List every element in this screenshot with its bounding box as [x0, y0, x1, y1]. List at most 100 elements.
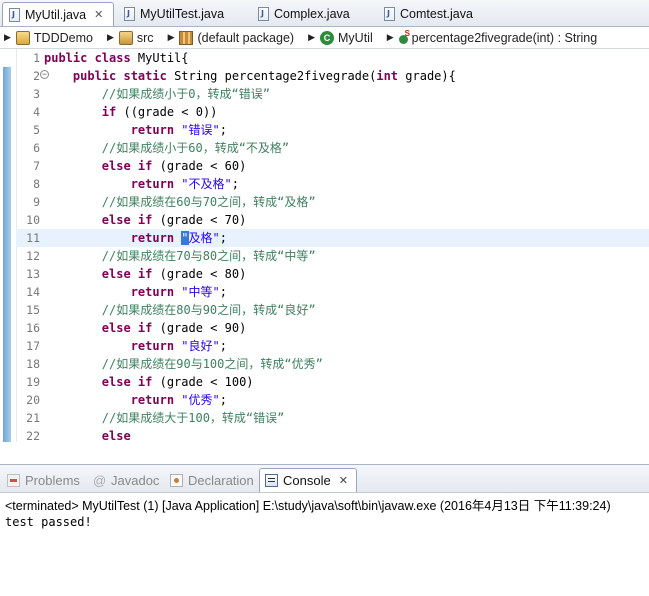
- tab-problems[interactable]: Problems: [2, 468, 80, 492]
- line-number: 20: [26, 393, 40, 407]
- code-keyword: return: [130, 285, 182, 299]
- chevron-right-icon: ▶: [106, 32, 114, 42]
- code-text: if ((grade < 0)): [44, 103, 218, 121]
- breadcrumb-item-src[interactable]: ▶ src: [103, 30, 154, 45]
- breadcrumb: ▶ TDDDemo ▶ src ▶ (default package) ▶ C …: [0, 27, 649, 49]
- tab-declaration[interactable]: Declaration: [165, 468, 254, 492]
- code-line[interactable]: 17 return "良好";: [16, 337, 649, 355]
- code-keyword: else if: [101, 159, 160, 173]
- breadcrumb-item-method[interactable]: ▶ S percentage2fivegrade(int) : String: [383, 29, 598, 45]
- code-text: else if (grade < 100): [44, 373, 254, 391]
- code-token: MyUtil{: [137, 51, 189, 65]
- line-number: 9: [33, 195, 40, 209]
- console-output[interactable]: test passed!: [5, 515, 92, 529]
- code-line[interactable]: 5 return "错误";: [16, 121, 649, 139]
- code-text: return "及格";: [44, 229, 227, 247]
- breadcrumb-item-project[interactable]: ▶ TDDDemo: [0, 30, 93, 45]
- code-line[interactable]: 9 //如果成绩在60与70之间，转成“及格”: [16, 193, 649, 211]
- code-comment: //如果成绩在60与70之间，转成“及格”: [101, 195, 316, 209]
- code-line[interactable]: 7 else if (grade < 60): [16, 157, 649, 175]
- javadoc-icon: @: [93, 472, 107, 488]
- breadcrumb-item-class[interactable]: ▶ C MyUtil: [304, 30, 373, 45]
- tab-myutiltest-java[interactable]: J MyUtilTest.java: [118, 2, 248, 26]
- code-text: return "优秀";: [44, 391, 227, 409]
- code-line-current[interactable]: 11 return "及格";: [16, 229, 649, 247]
- code-text: else if (grade < 90): [44, 319, 247, 337]
- code-text: //如果成绩在60与70之间，转成“及格”: [44, 193, 316, 211]
- code-line[interactable]: 8 return "不及格";: [16, 175, 649, 193]
- line-number: 19: [26, 375, 40, 389]
- source-folder-icon: [118, 30, 133, 45]
- line-number: 10: [26, 213, 40, 227]
- tab-label: Console: [283, 473, 331, 488]
- code-text: //如果成绩小于60，转成“不及格”: [44, 139, 289, 157]
- code-text: //如果成绩在90与100之间，转成“优秀”: [44, 355, 323, 373]
- code-token: (grade < 100): [159, 375, 254, 389]
- code-line[interactable]: 18 //如果成绩在90与100之间，转成“优秀”: [16, 355, 649, 373]
- tab-label: MyUtil.java: [25, 7, 87, 22]
- chevron-right-icon: ▶: [308, 32, 315, 42]
- breadcrumb-item-package[interactable]: ▶ (default package): [164, 30, 294, 45]
- line-number: 16: [26, 321, 40, 335]
- code-text: //如果成绩小于0，转成“错误”: [44, 85, 270, 103]
- line-number: 21: [26, 411, 40, 425]
- code-text: else if (grade < 70): [44, 211, 247, 229]
- tab-label: Comtest.java: [400, 7, 473, 21]
- code-line[interactable]: 14 return "中等";: [16, 283, 649, 301]
- code-token: (grade < 90): [159, 321, 247, 335]
- declaration-icon: [170, 473, 183, 487]
- tab-label: Declaration: [188, 472, 254, 488]
- code-keyword: else if: [101, 375, 160, 389]
- tab-myutil-java[interactable]: J MyUtil.java ✕: [2, 2, 114, 26]
- code-token: (grade < 70): [159, 213, 247, 227]
- code-line[interactable]: 19 else if (grade < 100): [16, 373, 649, 391]
- line-number: 3: [33, 87, 40, 101]
- code-line[interactable]: 4 if ((grade < 0)): [16, 103, 649, 121]
- line-number: 22: [26, 429, 40, 442]
- code-text: return "错误";: [44, 121, 227, 139]
- code-keyword: public static: [72, 69, 175, 83]
- code-line[interactable]: 6 //如果成绩小于60，转成“不及格”: [16, 139, 649, 157]
- code-keyword: return: [130, 123, 182, 137]
- code-line[interactable]: 20 return "优秀";: [16, 391, 649, 409]
- code-line[interactable]: 12 //如果成绩在70与80之间，转成“中等”: [16, 247, 649, 265]
- code-line[interactable]: 16 else if (grade < 90): [16, 319, 649, 337]
- occurrence-marker: [3, 67, 11, 442]
- code-editor[interactable]: 1 public class MyUtil{2− public static St…: [0, 49, 649, 442]
- editor-bottom-spacer: [0, 442, 649, 464]
- code-line[interactable]: 3 //如果成绩小于0，转成“错误”: [16, 85, 649, 103]
- code-token: grade){: [405, 69, 456, 83]
- code-line[interactable]: 15 //如果成绩在80与90之间，转成“良好”: [16, 301, 649, 319]
- code-token: (grade < 80): [159, 267, 247, 281]
- close-icon[interactable]: ✕: [339, 474, 348, 487]
- code-line[interactable]: 10 else if (grade < 70): [16, 211, 649, 229]
- line-number: 4: [33, 105, 40, 119]
- tab-label: MyUtilTest.java: [140, 7, 225, 21]
- java-file-icon: J: [9, 7, 20, 22]
- code-text: //如果成绩大于100，转成“错误”: [44, 409, 285, 427]
- views-panel: Problems @ Javadoc Declaration Console ✕…: [0, 464, 649, 596]
- breadcrumb-label: percentage2fivegrade(int) : String: [411, 30, 598, 45]
- problems-icon: [7, 473, 20, 487]
- close-icon[interactable]: ✕: [94, 8, 103, 21]
- code-string: "良好": [181, 339, 220, 353]
- code-keyword: int: [376, 69, 406, 83]
- tab-javadoc[interactable]: @ Javadoc: [88, 468, 159, 492]
- tab-label: Javadoc: [111, 472, 160, 488]
- project-icon: [15, 30, 30, 45]
- code-line[interactable]: 22 else: [16, 427, 649, 442]
- code-line[interactable]: 13 else if (grade < 80): [16, 265, 649, 283]
- code-string: "错误": [181, 123, 220, 137]
- tab-console[interactable]: Console ✕: [259, 468, 357, 492]
- code-line[interactable]: 1 public class MyUtil{: [16, 49, 649, 67]
- tab-comtest-java[interactable]: J Comtest.java: [378, 2, 498, 26]
- code-line[interactable]: 2− public static String percentage2fiveg…: [16, 67, 649, 85]
- code-string: "中等": [181, 285, 220, 299]
- code-text: //如果成绩在70与80之间，转成“中等”: [44, 247, 316, 265]
- tab-complex-java[interactable]: J Complex.java: [252, 2, 370, 26]
- code-line[interactable]: 21 //如果成绩大于100，转成“错误”: [16, 409, 649, 427]
